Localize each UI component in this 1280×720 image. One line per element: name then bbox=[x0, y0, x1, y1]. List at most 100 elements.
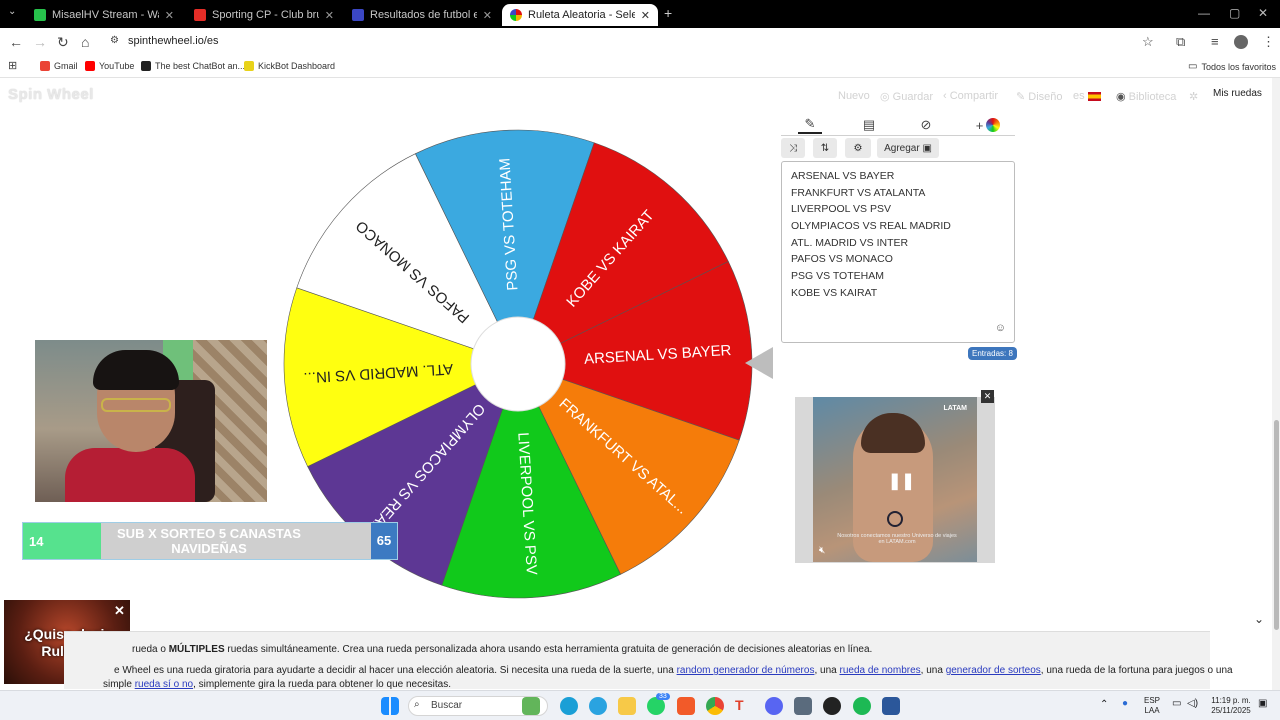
spotify-icon[interactable] bbox=[853, 697, 871, 715]
entries-textarea[interactable]: ARSENAL VS BAYER FRANKFURT VS ATALANTA L… bbox=[781, 161, 1015, 343]
info-text: , una rueda de la fortuna para juegos o … bbox=[1040, 665, 1233, 676]
profile-avatar[interactable] bbox=[1234, 35, 1248, 49]
image-icon: ▣ bbox=[922, 142, 932, 154]
entry-line: KOBE VS KAIRAT bbox=[791, 286, 878, 299]
nav-new[interactable]: Nuevo bbox=[838, 90, 870, 102]
sub-goal-current: 14 bbox=[23, 523, 101, 559]
info-text: simple bbox=[103, 679, 135, 690]
link-raffle-generator[interactable]: generador de sorteos bbox=[946, 665, 1041, 676]
settings-gear-button[interactable]: ⚙ bbox=[845, 138, 871, 158]
extensions-icon[interactable]: ⧉ bbox=[1176, 34, 1185, 50]
ad-brand-logo: LATAM bbox=[943, 405, 967, 412]
shuffle-button[interactable]: ⤨ bbox=[781, 138, 805, 158]
add-color-icon[interactable]: + bbox=[971, 116, 1005, 134]
file-explorer-icon[interactable] bbox=[618, 697, 636, 715]
apps-icon[interactable]: ⊞ bbox=[8, 59, 17, 72]
new-tab-icon[interactable]: + bbox=[664, 5, 672, 21]
obs-icon[interactable] bbox=[823, 697, 841, 715]
add-image-button[interactable]: Agregar ▣ bbox=[877, 138, 939, 158]
nav-library[interactable]: ◉ Biblioteca bbox=[1116, 90, 1176, 103]
video-ad-player[interactable]: LATAM ❚❚ Nosotros conectamos nuestro Uni… bbox=[813, 397, 977, 562]
mute-icon[interactable]: 🔇︎ bbox=[819, 545, 825, 556]
tab-resultados[interactable]: Resultados de futbol en directo ✕ bbox=[344, 4, 500, 26]
brave-icon[interactable] bbox=[677, 697, 695, 715]
bookmark-kickbot[interactable]: KickBot Dashboard bbox=[244, 61, 335, 71]
sort-button[interactable]: ⇅ bbox=[813, 138, 837, 158]
kick-icon bbox=[34, 9, 46, 21]
clock[interactable]: 11:19 p. m. 25/11/2025 bbox=[1206, 696, 1256, 716]
tray-chevron-icon[interactable]: ⌃ bbox=[1100, 699, 1108, 710]
chrome-icon[interactable] bbox=[706, 697, 724, 715]
media-icon[interactable]: ≡ bbox=[1211, 34, 1219, 49]
tab-stream[interactable]: MisaelHV Stream - Watch Live o ✕ bbox=[26, 4, 182, 26]
url-field[interactable]: spinthewheel.io/es bbox=[128, 35, 219, 47]
close-window-icon[interactable]: ✕ bbox=[1258, 6, 1268, 20]
telegram-icon[interactable] bbox=[589, 697, 607, 715]
link-yes-no-wheel[interactable]: rueda sí o no bbox=[135, 679, 193, 690]
site-logo[interactable]: Spin Wheel bbox=[8, 86, 94, 103]
close-tab-icon[interactable]: ✕ bbox=[483, 9, 492, 22]
calculator-icon[interactable] bbox=[794, 697, 812, 715]
bookmark-star-icon[interactable]: ☆ bbox=[1142, 34, 1154, 50]
bookmark-youtube[interactable]: YouTube bbox=[85, 61, 134, 71]
hide-eye-icon[interactable]: ⊘ bbox=[914, 116, 938, 134]
youtube-icon bbox=[85, 61, 95, 71]
nav-save[interactable]: ◎ Guardar bbox=[880, 90, 933, 103]
close-ad-icon[interactable]: ✕ bbox=[981, 390, 994, 403]
my-wheels-button[interactable]: Mis ruedas bbox=[1213, 88, 1273, 106]
edge-icon[interactable] bbox=[560, 697, 578, 715]
kickbot-icon bbox=[244, 61, 254, 71]
entry-line: OLYMPIACOS VS REAL MADRID bbox=[791, 220, 951, 233]
info-text: , simplemente gira la rueda para obtener… bbox=[193, 679, 451, 690]
close-tab-icon[interactable]: ✕ bbox=[165, 9, 174, 22]
reload-icon[interactable]: ↻ bbox=[57, 34, 69, 51]
maximize-icon[interactable]: ▢ bbox=[1229, 6, 1240, 20]
nav-design[interactable]: ✎ Diseño bbox=[1016, 90, 1063, 103]
pause-icon[interactable]: ❚❚ bbox=[888, 471, 915, 491]
tab-sporting[interactable]: Sporting CP - Club brugge KV ✕ bbox=[186, 4, 342, 26]
chatbot-icon bbox=[141, 61, 151, 71]
mic-icon[interactable]: ● bbox=[1122, 698, 1128, 709]
forward-icon[interactable]: → bbox=[33, 34, 47, 50]
link-name-wheel[interactable]: rueda de nombres bbox=[839, 665, 920, 676]
site-icon bbox=[352, 9, 364, 21]
all-bookmarks[interactable]: ▭ Todos los favoritos bbox=[1188, 61, 1276, 72]
editor-toolbar: ✎ ▤ ⊘ + bbox=[781, 116, 1015, 136]
notification-icon[interactable]: ▣ bbox=[1258, 698, 1267, 709]
minimize-icon[interactable]: — bbox=[1198, 6, 1210, 20]
network-icon[interactable]: ▭ bbox=[1172, 698, 1181, 709]
nav-language[interactable]: es bbox=[1073, 90, 1101, 102]
emoji-icon[interactable]: ☺ bbox=[995, 322, 1006, 334]
discord-icon[interactable] bbox=[765, 697, 783, 715]
nav-library-label: Biblioteca bbox=[1128, 91, 1177, 103]
scrollbar-thumb[interactable] bbox=[1274, 420, 1279, 630]
nav-share[interactable]: ‹ Compartir bbox=[943, 90, 998, 102]
widgets-icon[interactable] bbox=[522, 697, 540, 715]
link-random-number[interactable]: random generador de números bbox=[677, 665, 815, 676]
language-indicator[interactable]: ESP LAA bbox=[1144, 696, 1160, 716]
close-tab-icon[interactable]: ✕ bbox=[325, 9, 334, 22]
windows-start-icon[interactable] bbox=[381, 697, 399, 715]
lang-bottom: LAA bbox=[1144, 706, 1160, 715]
settings-icon[interactable]: ✲ bbox=[1189, 90, 1198, 103]
word-icon[interactable] bbox=[882, 697, 900, 715]
chevron-down-icon[interactable]: ⌄ bbox=[1254, 612, 1264, 626]
close-tab-icon[interactable]: ✕ bbox=[641, 9, 650, 22]
back-icon[interactable]: ← bbox=[9, 34, 23, 50]
spain-flag-icon bbox=[1087, 91, 1101, 101]
wheel-center-hub[interactable] bbox=[470, 316, 566, 412]
clipboard-icon[interactable]: ▤ bbox=[857, 116, 881, 134]
tab-ruleta[interactable]: Ruleta Aleatoria - Selector ✕ bbox=[502, 4, 658, 26]
tab-search-icon[interactable]: ⌄ bbox=[8, 6, 16, 17]
home-icon[interactable]: ⌂ bbox=[81, 34, 89, 50]
nav-language-label: es bbox=[1073, 90, 1085, 102]
volume-icon[interactable]: ◁) bbox=[1187, 698, 1198, 709]
bookmark-gmail[interactable]: Gmail bbox=[40, 61, 78, 71]
typora-icon[interactable]: T bbox=[735, 697, 753, 715]
close-popup-icon[interactable]: ✕ bbox=[114, 603, 125, 619]
menu-icon[interactable]: ⋮ bbox=[1262, 34, 1275, 50]
pencil-icon[interactable]: ✎ bbox=[798, 116, 822, 134]
bookmark-chatbot[interactable]: The best ChatBot an... bbox=[141, 61, 245, 71]
site-info-icon[interactable]: ⚙ bbox=[110, 35, 119, 46]
pencil-icon: ✎ bbox=[1016, 91, 1029, 103]
